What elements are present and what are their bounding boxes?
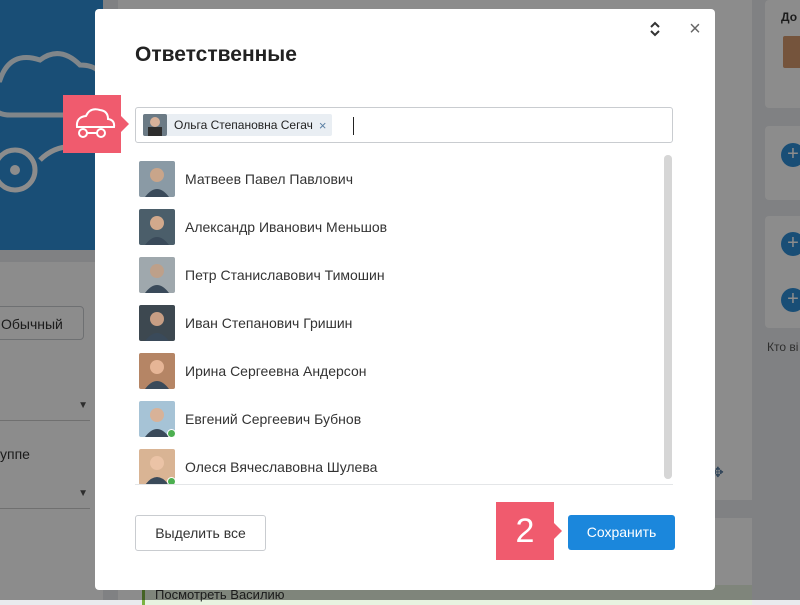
person-name: Евгений Сергеевич Бубнов bbox=[185, 411, 362, 427]
person-name: Петр Станиславович Тимошин bbox=[185, 267, 385, 283]
scrollbar-thumb[interactable] bbox=[664, 155, 672, 479]
expand-icon[interactable] bbox=[648, 21, 662, 37]
step-callout-cloud bbox=[63, 95, 129, 153]
dialog-title: Ответственные bbox=[135, 43, 297, 66]
person-name: Александр Иванович Меньшов bbox=[185, 219, 388, 235]
avatar bbox=[139, 401, 175, 437]
avatar bbox=[143, 114, 167, 136]
close-icon[interactable]: × bbox=[687, 19, 703, 39]
scrollbar[interactable] bbox=[664, 155, 672, 479]
person-list-item[interactable]: Петр Станиславович Тимошин bbox=[139, 256, 659, 294]
text-cursor bbox=[353, 117, 354, 135]
person-list-item[interactable]: Ирина Сергеевна Андерсон bbox=[139, 352, 659, 390]
avatar bbox=[139, 209, 175, 245]
remove-icon[interactable]: × bbox=[319, 118, 327, 133]
step-callout-2: 2 bbox=[496, 502, 562, 560]
person-list-item[interactable]: Матвеев Павел Павлович bbox=[139, 160, 659, 198]
person-name: Иван Степанович Гришин bbox=[185, 315, 353, 331]
save-button[interactable]: Сохранить bbox=[568, 515, 675, 550]
person-name: Матвеев Павел Павлович bbox=[185, 171, 354, 187]
person-list-item[interactable]: Евгений Сергеевич Бубнов bbox=[139, 400, 659, 438]
person-list-item[interactable]: Александр Иванович Меньшов bbox=[139, 208, 659, 246]
selected-person-name: Ольга Степановна Сегач bbox=[174, 118, 313, 132]
person-list-item[interactable]: Иван Степанович Гришин bbox=[139, 304, 659, 342]
avatar bbox=[139, 449, 175, 484]
avatar bbox=[139, 305, 175, 341]
select-all-button[interactable]: Выделить все bbox=[135, 515, 266, 551]
person-name: Ирина Сергеевна Андерсон bbox=[185, 363, 367, 379]
online-status-indicator bbox=[167, 429, 175, 437]
person-list-item[interactable]: Олеся Вячеславовна Шулева bbox=[139, 448, 659, 484]
selected-person-chip[interactable]: Ольга Степановна Сегач × bbox=[143, 114, 333, 136]
avatar bbox=[139, 257, 175, 293]
people-list: Матвеев Павел Павлович Александр Иванович… bbox=[135, 154, 673, 485]
responsible-search-input[interactable]: Ольга Степановна Сегач × bbox=[135, 107, 673, 143]
avatar bbox=[139, 353, 175, 389]
cloud-icon bbox=[75, 108, 116, 138]
responsible-dialog: Ответственные × Ольга Степановна Сегач ×… bbox=[95, 9, 715, 590]
avatar bbox=[139, 161, 175, 197]
online-status-indicator bbox=[167, 477, 175, 484]
person-name: Олеся Вячеславовна Шулева bbox=[185, 459, 378, 475]
